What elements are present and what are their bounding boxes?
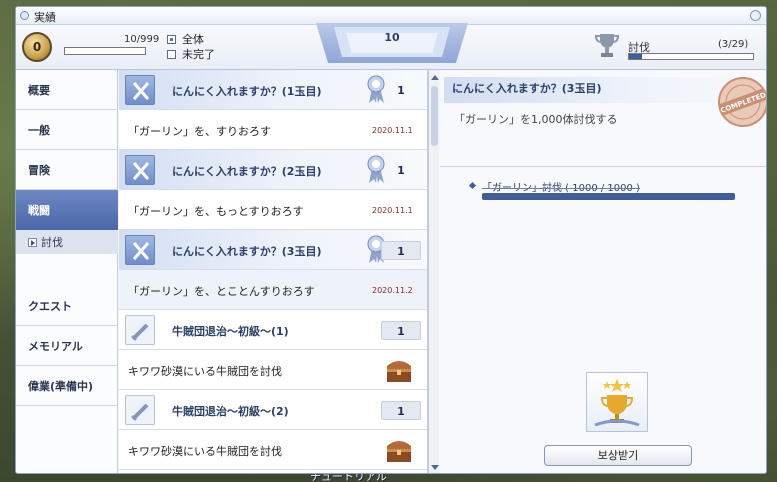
filter-all-label: 全体	[182, 33, 204, 46]
achievement-points: 1	[381, 401, 421, 420]
sword-icon	[125, 395, 155, 425]
sidebar-item-adventure[interactable]: 冒険	[16, 150, 118, 190]
sidebar-item-feat[interactable]: 偉業(準備中)	[16, 366, 118, 406]
achievement-title: 牛賊団退治～初級～(1)	[172, 325, 289, 338]
filter-all-checkbox[interactable]	[167, 34, 176, 44]
list-item-title[interactable]: 牛賊団退治～初級～(1) 1	[119, 310, 427, 350]
list-item-title[interactable]: にんにく入れますか？(1玉目) 1	[119, 70, 427, 110]
trophy-icon	[592, 30, 622, 60]
category-progress-fill	[629, 54, 642, 59]
sidebar-item-label: メモリアル	[28, 339, 83, 353]
completion-date: 2020.11.1	[372, 126, 413, 135]
achievement-title: 牛賊団退治～初級～(2)	[172, 405, 289, 418]
list-item-description[interactable]: 「ガーリン」を、もっとすりおろす 2020.11.1	[119, 190, 427, 230]
sidebar-item-quest[interactable]: クエスト	[16, 286, 118, 326]
sidebar-item-memorial[interactable]: メモリアル	[16, 326, 118, 366]
filter-all[interactable]: 全体	[167, 31, 204, 47]
score-text: 10/999	[124, 34, 160, 45]
scroll-down-icon[interactable]	[430, 463, 439, 472]
list-scrollbar[interactable]	[428, 70, 439, 473]
list-item-title[interactable]: にんにく入れますか？(2玉目) 1	[119, 150, 427, 190]
sword-icon	[125, 315, 155, 345]
sidebar-item-label: クエスト	[28, 299, 72, 313]
list-item-description[interactable]: 「ガーリン」を、すりおろす 2020.11.1	[119, 110, 427, 150]
list-item-description[interactable]: キワワ砂漠にいる牛賊団を討伐	[119, 350, 427, 390]
list-item-title[interactable]: 牛賊団退治～初級～(2) 1	[119, 390, 427, 430]
completion-date: 2020.11.1	[372, 206, 413, 215]
score-progress-bar	[64, 47, 146, 55]
achievement-title: にんにく入れますか？(1玉目)	[172, 85, 322, 98]
sidebar-subitem-subjugation[interactable]: 討伐	[16, 230, 118, 254]
completion-date: 2020.11.2	[372, 286, 413, 295]
crossed-swords-icon	[125, 75, 155, 105]
achievement-description: キワワ砂漠にいる牛賊団を討伐	[128, 365, 282, 378]
list-item-description[interactable]: キワワ砂漠にいる牛賊団を討伐	[119, 430, 427, 470]
achievement-list: にんにく入れますか？(1玉目) 1 「ガーリン」を、すりおろす 2020.11.…	[119, 70, 428, 473]
banner-shape	[316, 23, 468, 63]
crossed-swords-icon	[125, 155, 155, 185]
sidebar-item-general[interactable]: 一般	[16, 110, 118, 150]
sidebar-item-label: 戦闘	[28, 204, 50, 217]
filter-incomplete-checkbox[interactable]	[167, 49, 176, 59]
sidebar-item-battle[interactable]: 戦闘	[16, 190, 118, 230]
chevron-right-icon	[28, 237, 37, 247]
rank-value: 0	[32, 40, 42, 54]
window-title: 実績	[34, 11, 56, 24]
achievement-points: 1	[397, 84, 405, 97]
category-count: (3/29)	[718, 39, 749, 50]
achievement-points: 1	[397, 164, 405, 177]
sidebar-item-label: 冒険	[28, 163, 50, 177]
points-banner: 10	[316, 23, 468, 67]
achievement-header: 0 10/999 全体 未完了 10 討伐 (3/29)	[16, 23, 766, 70]
window-icon	[20, 11, 29, 20]
detail-description: 「ガーリン」を1,000体討伐する	[454, 113, 618, 126]
achievement-window: 実績 0 10/999 全体 未完了 10 討伐 (3/29) 概要 一般 冒険…	[15, 6, 767, 474]
achievement-points: 1	[381, 241, 421, 260]
claim-reward-button[interactable]: 보상받기	[544, 445, 692, 466]
sidebar-item-label: 概要	[28, 83, 50, 97]
reward-slot[interactable]	[586, 372, 648, 432]
achievement-description: 「ガーリン」を、とことんすりおろす	[128, 285, 315, 298]
sidebar-subitem-label: 討伐	[41, 236, 63, 249]
filter-incomplete[interactable]: 未完了	[167, 46, 215, 62]
achievement-points: 1	[381, 321, 421, 340]
list-item-description[interactable]: 「ガーリン」を、とことんすりおろす 2020.11.2	[119, 270, 427, 310]
detail-title: にんにく入れますか？(3玉目)	[452, 82, 602, 95]
requirement-progress-bar	[482, 193, 735, 200]
treasure-chest-icon	[387, 361, 411, 382]
bullet-icon	[468, 181, 477, 190]
achievement-description: 「ガーリン」を、すりおろす	[128, 125, 271, 138]
sidebar-item-label: 偉業(準備中)	[28, 379, 94, 393]
achievement-detail: にんにく入れますか？(3玉目) 「ガーリン」を1,000体討伐する COMPLE…	[440, 70, 766, 473]
crossed-swords-icon	[125, 235, 155, 265]
category-sidebar: 概要 一般 冒険 戦闘 討伐 クエスト メモリアル 偉業(準備中)	[16, 70, 118, 473]
reward-trophy-icon	[594, 379, 640, 427]
detail-divider	[440, 166, 766, 167]
scroll-thumb[interactable]	[431, 86, 438, 146]
achievement-title: にんにく入れますか？(3玉目)	[172, 245, 322, 258]
category-progress-bar	[628, 53, 754, 60]
list-item-title-selected[interactable]: にんにく入れますか？(3玉目) 1	[119, 230, 427, 270]
requirement-text: 「ガーリン」討伐 ( 1000 / 1000 )	[482, 183, 640, 194]
achievement-title: にんにく入れますか？(2玉目)	[172, 165, 322, 178]
scroll-up-icon[interactable]	[430, 73, 439, 82]
filter-incomplete-label: 未完了	[182, 48, 215, 61]
rank-badge: 0	[22, 32, 52, 62]
achievement-description: 「ガーリン」を、もっとすりおろす	[128, 205, 304, 218]
treasure-chest-icon	[387, 441, 411, 462]
sidebar-item-overview[interactable]: 概要	[16, 70, 118, 110]
achievement-description: キワワ砂漠にいる牛賊団を討伐	[128, 445, 282, 458]
close-button[interactable]	[750, 10, 761, 21]
sidebar-item-label: 一般	[28, 123, 50, 137]
banner-value: 10	[384, 31, 400, 44]
completed-stamp-icon: COMPLETED	[718, 77, 766, 127]
